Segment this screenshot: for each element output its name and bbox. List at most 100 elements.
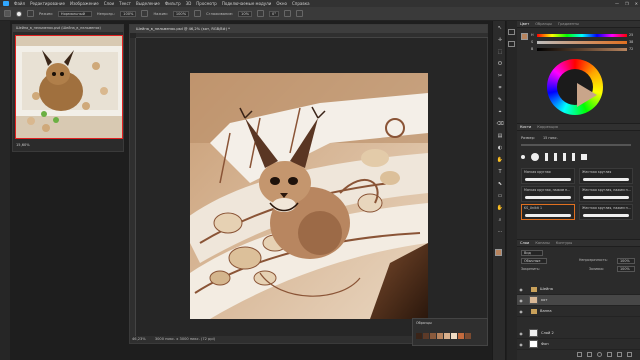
swatch[interactable] (444, 333, 450, 339)
horizontal-ruler[interactable] (136, 33, 488, 38)
brush-tip[interactable] (521, 155, 525, 159)
link-icon[interactable] (577, 352, 582, 357)
eye-icon[interactable]: ◉ (517, 331, 525, 336)
brush-size-slider[interactable] (521, 144, 631, 146)
layer-row[interactable]: ◉ Слой 2 (517, 328, 640, 339)
fill-field[interactable]: 100% (617, 266, 635, 272)
brush-tip[interactable] (545, 153, 548, 161)
menu-help[interactable]: Справка (292, 1, 310, 6)
brush-tip[interactable] (581, 154, 587, 160)
hue-slider[interactable] (537, 34, 627, 37)
artwork-canvas[interactable] (190, 73, 428, 319)
swatch[interactable] (437, 333, 443, 339)
swatch[interactable] (465, 333, 471, 339)
new-layer-icon[interactable] (617, 352, 622, 357)
pressure-field[interactable]: 100% (172, 10, 190, 17)
symmetry-icon[interactable] (296, 10, 304, 17)
swatch[interactable] (430, 333, 436, 339)
tool-icon[interactable]: ⋯ (496, 229, 504, 236)
menu-file[interactable]: Файл (14, 1, 25, 6)
swatch[interactable] (451, 333, 457, 339)
navigator-thumbnail[interactable] (15, 35, 123, 139)
menu-edit[interactable]: Редактирование (30, 1, 65, 6)
tool-icon[interactable]: ⬉ (496, 181, 504, 188)
gear-icon[interactable] (257, 10, 265, 17)
new-group-icon[interactable] (607, 352, 612, 357)
menu-image[interactable]: Изображение (70, 1, 99, 6)
smoothing-field[interactable]: 10% (238, 10, 253, 17)
document-zoom[interactable]: 46,23% (132, 337, 146, 341)
saturation-slider[interactable] (537, 41, 627, 44)
tool-icon[interactable]: ▤ (496, 133, 504, 140)
layer-row[interactable]: ◉ Ванна (517, 306, 640, 317)
brush-tips-row[interactable] (521, 150, 635, 164)
eye-icon[interactable]: ◉ (517, 287, 525, 292)
tool-icon[interactable]: ✂ (496, 73, 504, 80)
tool-icon[interactable]: ⌖ (496, 109, 504, 116)
color-wheel[interactable] (547, 59, 603, 115)
maximize-icon[interactable]: ❐ (625, 1, 629, 6)
foreground-color[interactable] (495, 249, 502, 256)
menu-window[interactable]: Окно (276, 1, 287, 6)
brush-item[interactable]: Жесткая круглая, нажим н... (579, 186, 633, 202)
layer-row-selected[interactable]: ◉ кот (517, 295, 640, 306)
menu-view[interactable]: Просмотр (196, 1, 217, 6)
navigator-tab[interactable]: Шейна_в_пельменях.psd (Шейна_в_пельменях… (13, 25, 123, 32)
brush-tip[interactable] (563, 153, 566, 161)
tool-icon[interactable]: ⌕ (496, 217, 504, 224)
menu-plugins[interactable]: Подключаемые модули (222, 1, 272, 6)
brush-item-selected[interactable]: KS_Unikit 1 (521, 204, 575, 220)
tool-icon[interactable]: T (496, 169, 504, 176)
brush-preset-icon[interactable] (16, 10, 22, 17)
brush-tip[interactable] (531, 153, 539, 161)
tool-icon[interactable]: ʘ (496, 61, 504, 68)
brush-tool-icon[interactable] (4, 10, 11, 17)
eye-icon[interactable]: ◉ (517, 342, 525, 347)
eye-icon[interactable]: ◉ (517, 309, 525, 314)
brightness-value[interactable]: 72 (629, 47, 633, 51)
swatch[interactable] (416, 333, 422, 339)
history-icon[interactable] (508, 29, 515, 35)
tab-color[interactable]: Цвет (520, 22, 529, 26)
saturation-value[interactable]: 38 (629, 40, 633, 44)
brush-item[interactable]: Мягкая круглая, нажим н... (521, 186, 575, 202)
menu-layers[interactable]: Слои (104, 1, 114, 6)
color-triangle[interactable] (577, 83, 597, 107)
mode-select[interactable]: Нормальный (57, 10, 92, 17)
tool-icon[interactable]: ↖ (496, 25, 504, 32)
tool-icon[interactable]: ◐ (496, 145, 504, 152)
fx-icon[interactable] (587, 352, 592, 357)
tool-icon[interactable]: ✛ (496, 37, 504, 44)
layer-filter-select[interactable]: Вид (521, 250, 543, 256)
opacity-field[interactable]: 100% (120, 10, 137, 17)
brush-tip[interactable] (554, 153, 557, 161)
swatch[interactable] (458, 333, 464, 339)
airbrush-icon[interactable] (194, 10, 202, 17)
menu-filter[interactable]: Фильтр (165, 1, 181, 6)
minimize-icon[interactable]: — (615, 1, 619, 6)
tab-adjustments[interactable]: Коррекция (537, 125, 558, 129)
tool-icon[interactable]: ✋ (496, 157, 504, 164)
brush-size-value[interactable]: 15 пикс. (543, 136, 558, 140)
tab-paths[interactable]: Контуры (556, 241, 572, 245)
menu-3d[interactable]: 3D (186, 1, 192, 6)
tool-icon[interactable]: ⬚ (496, 49, 504, 56)
tool-icon[interactable]: ▭ (496, 193, 504, 200)
tool-icon[interactable]: ✎ (496, 97, 504, 104)
navigator-zoom[interactable]: 15,60% (16, 143, 30, 147)
document-tab[interactable]: Шейна_в_пельменях.psd @ 46,2% (кот, RGB/… (130, 25, 487, 33)
vertical-ruler[interactable] (130, 38, 136, 336)
brush-item[interactable]: Мягкая круглая (521, 168, 575, 184)
close-icon[interactable]: ✕ (635, 1, 638, 6)
trash-icon[interactable] (627, 352, 632, 357)
pressure-opacity-icon[interactable] (141, 10, 149, 17)
tab-gradients[interactable]: Градиенты (558, 22, 579, 26)
tab-layers[interactable]: Слои (520, 241, 529, 245)
properties-icon[interactable] (508, 41, 515, 47)
menu-text[interactable]: Текст (119, 1, 131, 6)
brush-item[interactable]: Жесткая круглая, нажим н... (579, 204, 633, 220)
layer-row[interactable]: ◉ Шейна (517, 284, 640, 295)
tool-icon[interactable]: ⌗ (496, 85, 504, 92)
eye-icon[interactable]: ◉ (517, 298, 525, 303)
mask-icon[interactable] (597, 352, 602, 357)
